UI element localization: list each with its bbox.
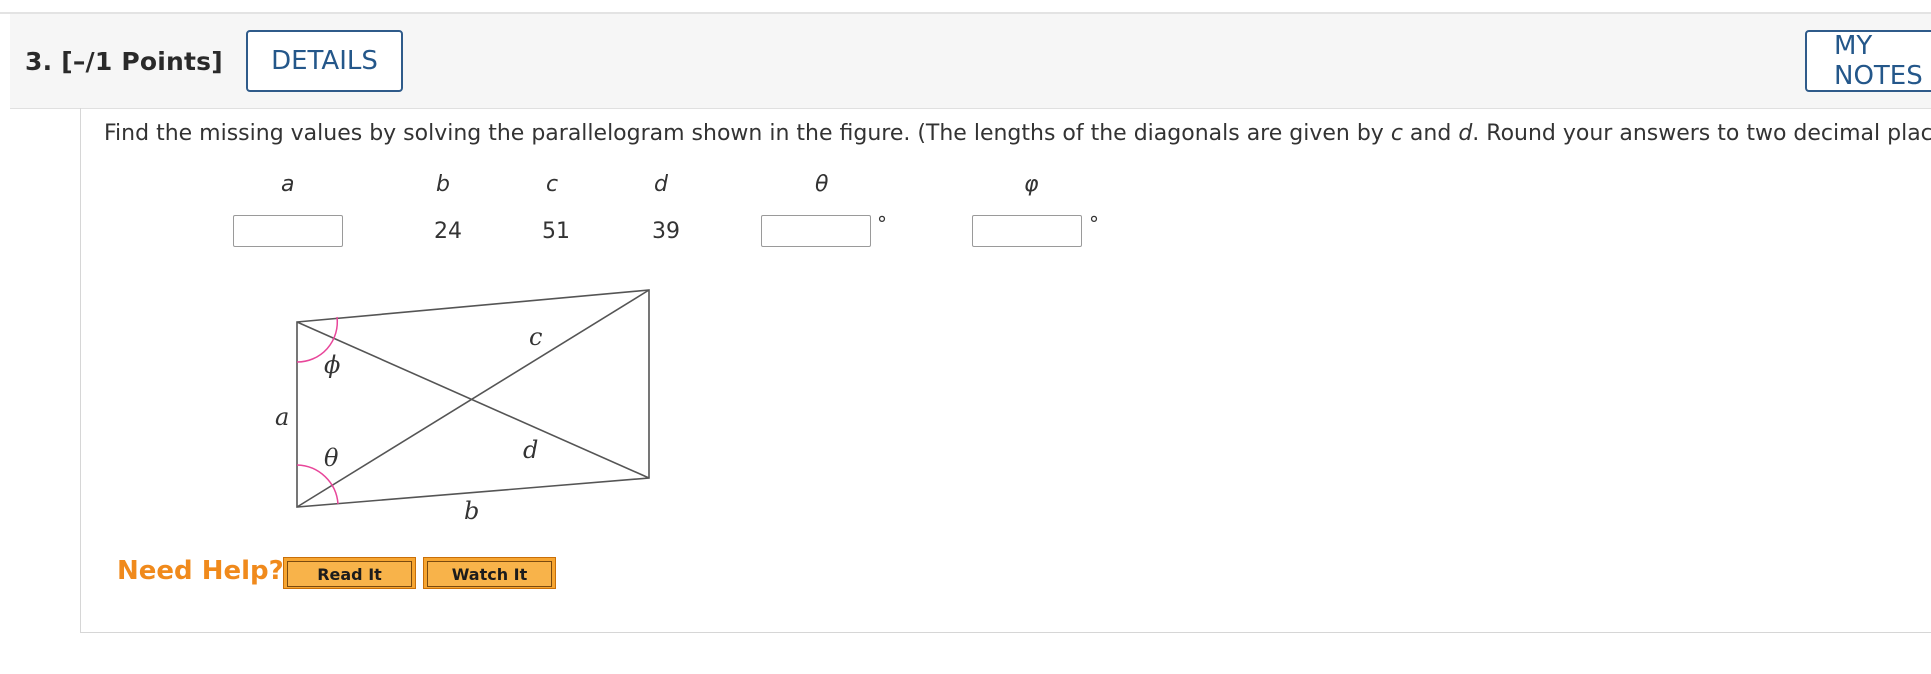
read-it-label: Read It (287, 561, 412, 587)
read-it-button[interactable]: Read It (283, 557, 416, 589)
column-header-theta: θ (815, 172, 829, 197)
label-a: a (275, 403, 289, 431)
label-d: d (523, 436, 538, 464)
value-c: 51 (542, 219, 570, 244)
label-theta: θ (324, 444, 339, 472)
label-b: b (464, 497, 479, 525)
answer-input-phi[interactable] (972, 215, 1082, 247)
value-d: 39 (652, 219, 680, 244)
parallelogram-figure: a b c d θ ϕ (275, 289, 650, 525)
question-number: 3. [–/1 Points] (25, 47, 223, 76)
answer-input-theta[interactable] (761, 215, 871, 247)
diagonal-d (296, 289, 650, 508)
prompt-text: and (1402, 121, 1459, 146)
label-c: c (529, 323, 542, 351)
prompt-var-d: d (1458, 121, 1473, 146)
watch-it-button[interactable]: Watch It (423, 557, 556, 589)
my-notes-button[interactable]: MY NOTES (1805, 30, 1931, 92)
degree-symbol: ° (877, 212, 887, 236)
column-header-b: b (436, 172, 450, 197)
column-header-phi: φ (1024, 172, 1039, 197)
prompt-text: Find the missing values by solving the p… (104, 121, 1391, 146)
need-help-label: Need Help? (117, 556, 284, 586)
column-header-a: a (281, 172, 295, 197)
column-header-c: c (546, 172, 559, 197)
question-prompt: Find the missing values by solving the p… (104, 121, 1931, 146)
column-header-d: d (654, 172, 668, 197)
diagonal-c (296, 321, 650, 479)
prompt-text: . Round your answers to two decimal plac… (1472, 121, 1931, 146)
answer-input-a[interactable] (233, 215, 343, 247)
watch-it-label: Watch It (427, 561, 552, 587)
degree-symbol: ° (1089, 212, 1099, 236)
label-phi: ϕ (324, 351, 340, 379)
value-b: 24 (434, 219, 462, 244)
prompt-var-c: c (1390, 121, 1403, 146)
details-button[interactable]: DETAILS (246, 30, 403, 92)
